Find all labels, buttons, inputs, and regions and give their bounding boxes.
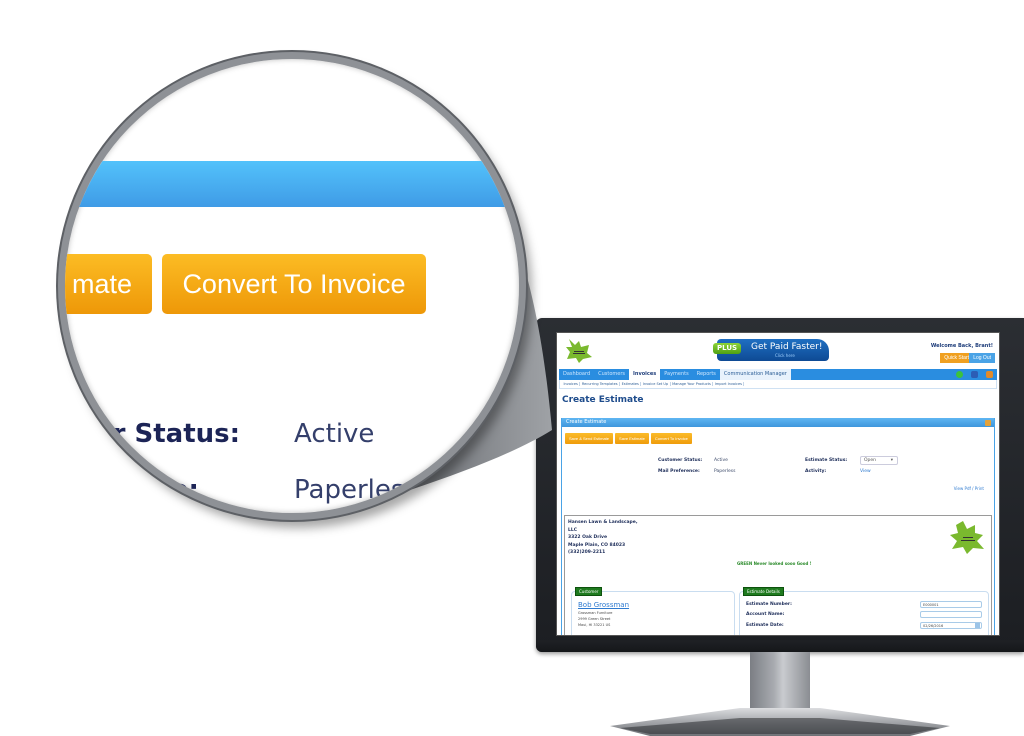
magnifier-lens: mate Convert To Invoice er Status: Activ… bbox=[58, 52, 526, 520]
magnified-pref-label: nce: bbox=[137, 475, 199, 505]
magnified-status-value: Active bbox=[294, 419, 375, 449]
magnified-panel-header bbox=[65, 161, 519, 207]
magnified-convert-to-invoice-button: Convert To Invoice bbox=[162, 254, 426, 314]
magnified-pref-value: Paperless bbox=[294, 475, 418, 505]
magnified-status-label: er Status: bbox=[95, 419, 241, 449]
magnified-view: mate Convert To Invoice er Status: Activ… bbox=[65, 59, 519, 513]
magnified-save-estimate-button: mate bbox=[65, 254, 152, 314]
